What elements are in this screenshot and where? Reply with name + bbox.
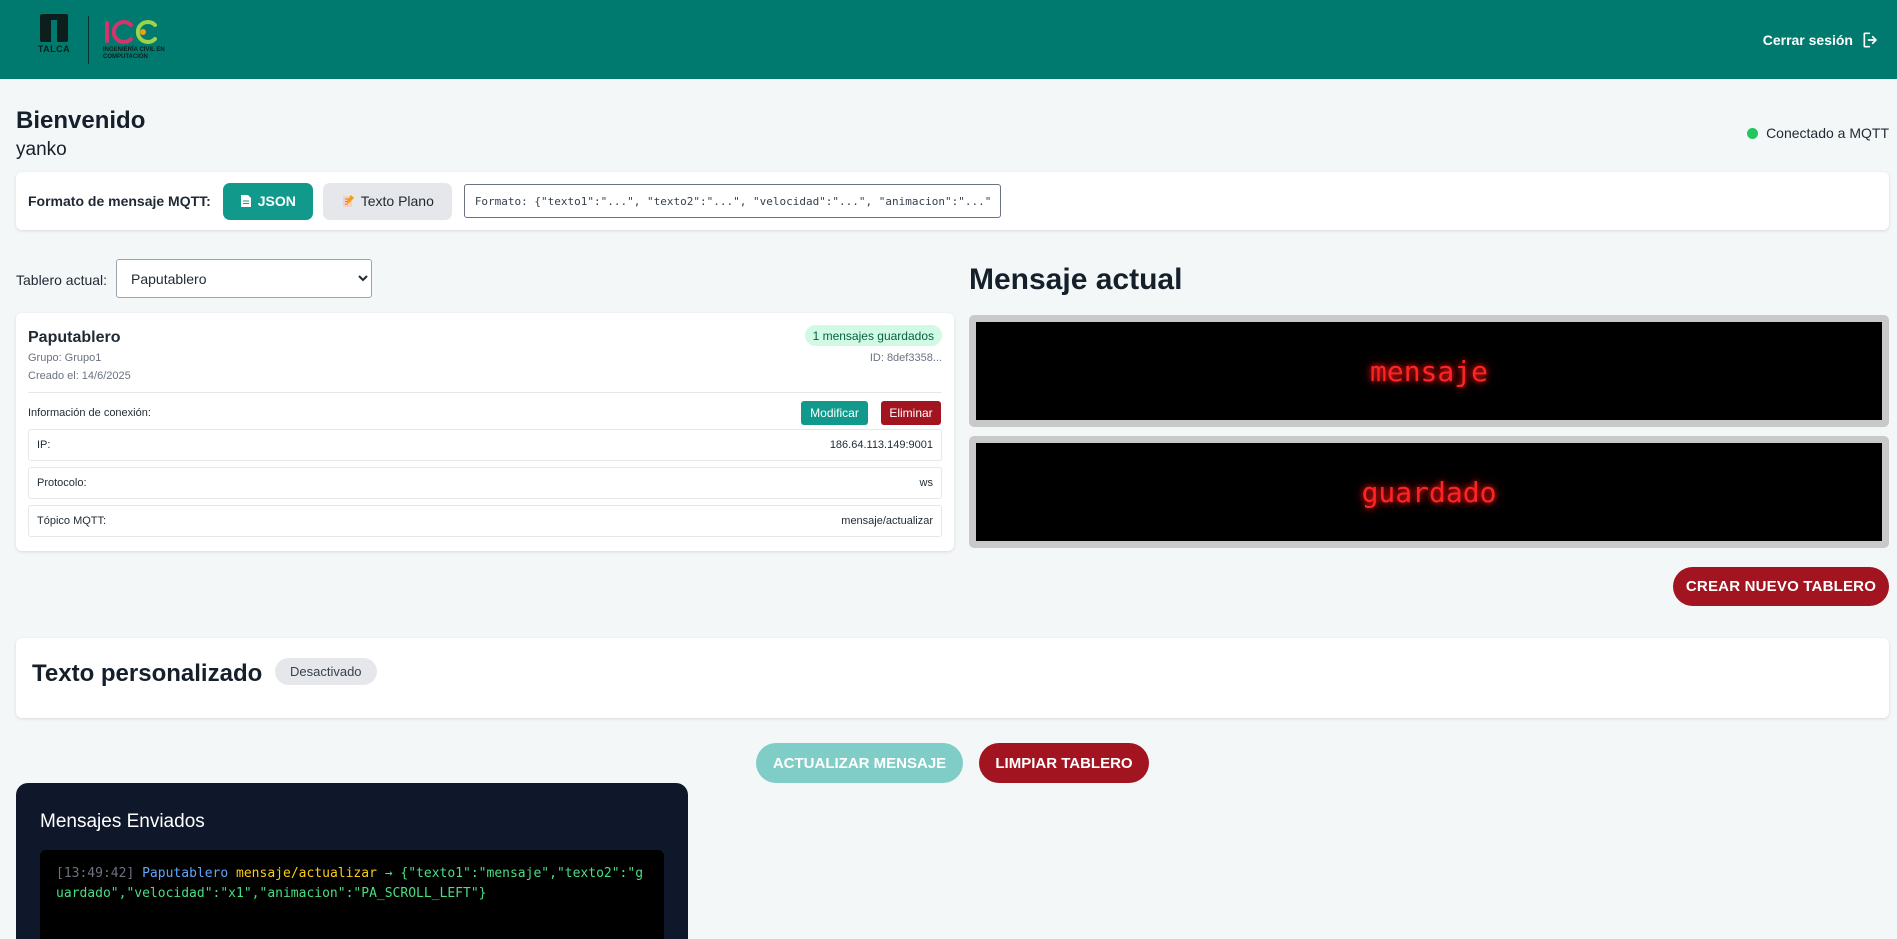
log-topic: mensaje/actualizar [236,866,377,881]
format-hint-input[interactable] [463,184,1001,218]
board-id: ID: 8def3358... [869,352,942,364]
utalca-logo-text: TALCA [37,43,71,54]
arrow-right-icon: → [384,866,393,881]
welcome-title: Bienvenido [16,107,146,134]
clear-board-button[interactable]: LIMPIAR TABLERO [979,743,1149,783]
top-navbar: TALCA INGENIERÍA CIVIL EN COMPUTACIÓN Ce… [0,0,1897,79]
icc-logo: INGENIERÍA CIVIL EN COMPUTACIÓN [103,19,173,61]
welcome-username: yanko [16,139,67,160]
board-info-card: Paputablero Grupo: Grupo1 Creado el: 14/… [16,313,954,551]
update-message-button[interactable]: ACTUALIZAR MENSAJE [756,743,963,783]
led-screen-text-2: guardado [976,443,1882,541]
logout-icon [1863,32,1877,48]
sent-messages-title: Mensajes Enviados [40,811,205,832]
info-row-label: Protocolo: [37,477,87,489]
json-format-label: JSON [257,193,296,209]
json-format-button[interactable]: JSON [222,182,313,220]
info-row-value: mensaje/actualizar [841,515,933,527]
board-created-date: Creado el: 14/6/2025 [28,370,131,382]
led-display-line2: guardado [969,436,1889,548]
custom-text-title: Texto personalizado [32,660,263,687]
plain-text-format-label: Texto Plano [360,193,434,209]
custom-text-card: Texto personalizado Desactivado [16,638,1889,718]
format-label: Formato de mensaje MQTT: [28,193,211,209]
connection-info-label: Información de conexión: [28,407,151,419]
info-row-label: Tópico MQTT: [37,515,107,527]
sent-messages-log[interactable]: [13:49:42] Paputablero mensaje/actualiza… [40,850,664,939]
info-row-label: IP: [37,439,51,451]
document-icon [240,195,251,207]
log-board-name: Paputablero [142,866,229,881]
custom-text-status-badge[interactable]: Desactivado [275,658,377,685]
board-name: Paputablero [28,329,121,346]
info-row-topic: Tópico MQTT: mensaje/actualizar [28,505,942,537]
icc-arcs-icon [105,19,157,44]
info-row-value: ws [919,477,933,489]
board-group: Grupo: Grupo1 [28,352,102,364]
sent-messages-panel: Mensajes Enviados [13:49:42] Paputablero… [16,783,688,939]
saved-messages-badge: 1 mensajes guardados [804,325,942,346]
led-display-line1: mensaje [969,315,1889,427]
mqtt-status: Conectado a MQTT [1747,125,1889,141]
utalca-tower-icon [40,13,68,42]
status-dot-icon [1747,127,1759,139]
log-entry: [13:49:42] Paputablero mensaje/actualiza… [56,864,648,904]
mqtt-status-label: Conectado a MQTT [1766,125,1889,141]
icc-logo-text: INGENIERÍA CIVIL EN COMPUTACIÓN [103,46,165,60]
delete-board-button[interactable]: Eliminar [881,401,941,425]
create-board-button[interactable]: CREAR NUEVO TABLERO [1673,567,1889,606]
info-row-protocol: Protocolo: ws [28,467,942,499]
modify-board-button[interactable]: Modificar [801,401,868,425]
utalca-logo: TALCA [34,13,74,66]
board-selector[interactable]: Paputablero [116,259,372,298]
board-divider [28,392,942,393]
message-format-bar: Formato de mensaje MQTT: JSON Texto Plan… [16,172,1889,230]
logout-label: Cerrar sesión [1762,31,1853,48]
logo-divider [88,15,89,64]
board-selector-label: Tablero actual: [16,272,108,288]
memo-icon [342,195,354,207]
logout-button[interactable]: Cerrar sesión [1763,30,1881,50]
logo-group[interactable]: TALCA INGENIERÍA CIVIL EN COMPUTACIÓN [34,10,173,70]
info-row-ip: IP: 186.64.113.149:9001 [28,429,942,461]
current-message-title: Mensaje actual [969,263,1183,296]
info-row-value: 186.64.113.149:9001 [829,439,933,451]
plain-text-format-button[interactable]: Texto Plano [322,182,452,220]
led-screen-text-1: mensaje [976,322,1882,420]
log-timestamp: [13:49:42] [56,866,135,881]
